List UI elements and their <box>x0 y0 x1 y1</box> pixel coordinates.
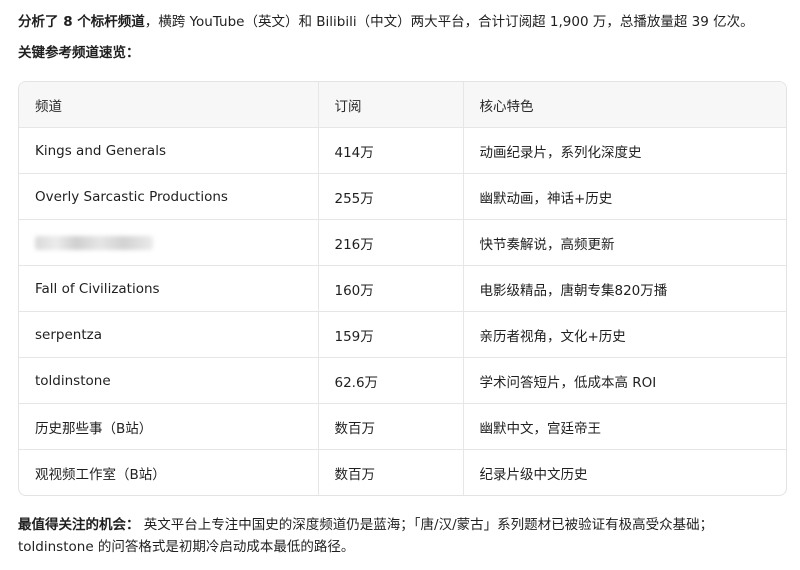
table-row: 历史那些事（B站） 数百万 幽默中文，宫廷帝王 <box>19 403 786 450</box>
channel-name: 历史那些事（B站） <box>19 403 318 450</box>
subscriber-count: 255万 <box>317 173 463 220</box>
core-feature: 学术问答短片，低成本高 ROI <box>462 357 786 404</box>
intro-paragraph: 分析了 8 个标杆频道，横跨 YouTube（英文）和 Bilibili（中文）… <box>18 12 798 32</box>
redacted-blur <box>35 235 153 250</box>
subscriber-count: 414万 <box>317 127 463 174</box>
column-header-subs: 订阅 <box>317 82 463 128</box>
channel-name: Kings and Generals <box>19 127 318 174</box>
channel-name-redacted <box>19 219 318 266</box>
core-feature: 幽默动画，神话+历史 <box>462 173 786 220</box>
conclusion-text-1: 英文平台上专注中国史的深度频道仍是蓝海；「唐/汉/蒙古」系列题材已被验证有极高受… <box>143 517 714 533</box>
subscriber-count: 160万 <box>317 265 463 312</box>
subscriber-count: 数百万 <box>317 403 463 450</box>
channel-name: 观视频工作室（B站） <box>35 466 166 483</box>
channel-name: serpentza <box>19 311 318 358</box>
table-row: serpentza 159万 亲历者视角，文化+历史 <box>19 311 786 358</box>
subscriber-count: 216万 <box>317 219 463 266</box>
core-feature: 幽默中文，宫廷帝王 <box>462 403 786 450</box>
subscriber-count: 62.6万 <box>317 357 463 404</box>
intro-text: ，横跨 YouTube（英文）和 Bilibili（中文）两大平台，合计订阅超 … <box>144 14 754 30</box>
conclusion-label: 最值得关注的机会： <box>18 517 140 533</box>
core-feature: 亲历者视角，文化+历史 <box>462 311 786 358</box>
subscriber-count: 159万 <box>317 311 463 358</box>
table-row: Overly Sarcastic Productions 255万 幽默动画，神… <box>19 173 786 220</box>
column-header-feature: 核心特色 <box>462 82 786 128</box>
intro-lead: 分析了 8 个标杆频道 <box>18 14 145 30</box>
core-feature: 电影级精品，唐朝专集820万播 <box>462 265 786 312</box>
core-feature: 快节奏解说，高频更新 <box>462 219 786 266</box>
subscriber-count: 数百万 <box>317 449 463 495</box>
column-header-channel: 频道 <box>19 82 318 128</box>
table-row: Fall of Civilizations 160万 电影级精品，唐朝专集820… <box>19 265 786 312</box>
table-header-row: 频道 订阅 核心特色 <box>19 82 786 128</box>
channel-name: Fall of Civilizations <box>19 265 318 312</box>
section-heading: 关键参考频道速览： <box>18 45 140 61</box>
table-row: 216万 快节奏解说，高频更新 <box>19 219 786 266</box>
channel-name: Overly Sarcastic Productions <box>19 173 318 220</box>
conclusion-line-1: 最值得关注的机会： 英文平台上专注中国史的深度频道仍是蓝海；「唐/汉/蒙古」系列… <box>18 514 788 536</box>
core-feature: 纪录片级中文历史 <box>462 449 786 495</box>
table-row: Kings and Generals 414万 动画纪录片，系列化深度史 <box>19 127 786 174</box>
channel-table: 频道 订阅 核心特色 Kings and Generals 414万 动画纪录片… <box>18 81 787 496</box>
conclusion-paragraph: 最值得关注的机会： 英文平台上专注中国史的深度频道仍是蓝海；「唐/汉/蒙古」系列… <box>18 514 788 558</box>
table-row: 观视频工作室（B站） 数百万 纪录片级中文历史 <box>19 449 786 495</box>
core-feature: 动画纪录片，系列化深度史 <box>462 127 786 174</box>
conclusion-text-2: toldinstone 的问答格式是初期冷启动成本最低的路径。 <box>18 539 355 555</box>
channel-name: toldinstone <box>19 357 318 404</box>
table-row: toldinstone 62.6万 学术问答短片，低成本高 ROI <box>19 357 786 404</box>
